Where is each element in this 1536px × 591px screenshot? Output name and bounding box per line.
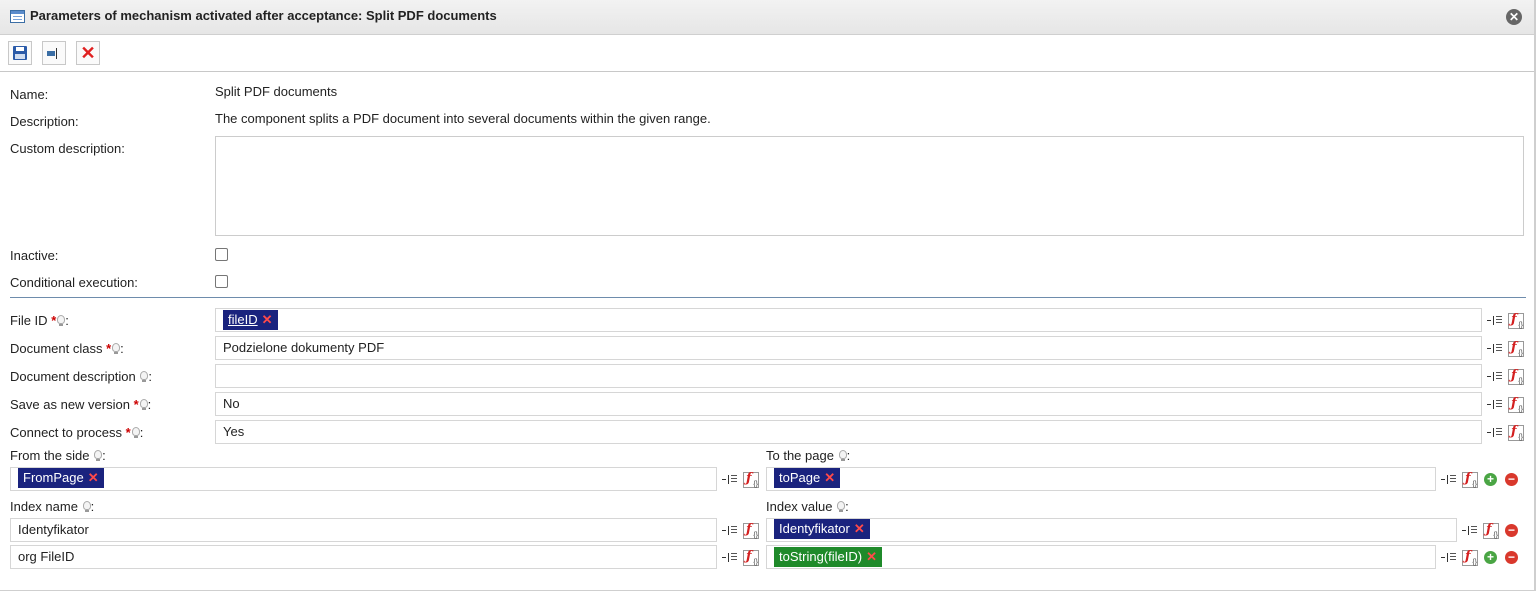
document-class-field[interactable]: Podzielone dokumenty PDF [215, 336, 1482, 360]
index-value-field[interactable]: toString(fileID) ✕ [766, 545, 1436, 569]
insert-list-icon[interactable] [1487, 313, 1503, 329]
variable-chip[interactable]: toPage ✕ [774, 468, 841, 488]
from-side-field[interactable]: FromPage ✕ [10, 467, 717, 491]
insert-list-icon[interactable] [1487, 425, 1503, 441]
document-description-label: Document description : [10, 369, 152, 384]
insert-list-icon[interactable] [722, 550, 738, 566]
expression-icon[interactable] [1508, 396, 1524, 413]
close-button[interactable]: ✕ [1506, 9, 1522, 25]
hint-bulb-icon[interactable] [837, 501, 846, 512]
connect-to-process-label: Connect to process *: [10, 425, 144, 440]
description-value: The component splits a PDF document into… [215, 111, 711, 126]
save-as-new-version-select[interactable]: No [215, 392, 1482, 416]
expression-icon[interactable] [1508, 340, 1524, 357]
name-label: Name: [10, 87, 49, 102]
hint-bulb-icon[interactable] [112, 343, 121, 354]
document-description-field[interactable] [215, 364, 1482, 388]
from-side-label: From the side : [10, 448, 106, 463]
file-id-field[interactable]: fileID ✕ [215, 308, 1482, 332]
dialog-title: Parameters of mechanism activated after … [30, 8, 497, 23]
custom-description-label: Custom description: [10, 141, 125, 156]
save-button[interactable] [8, 41, 32, 65]
inactive-label: Inactive: [10, 248, 59, 263]
toolbar: ✕ [0, 36, 1534, 72]
variable-chip[interactable]: fileID ✕ [223, 310, 278, 330]
hint-bulb-icon[interactable] [57, 315, 66, 326]
remove-chip-icon[interactable]: ✕ [88, 470, 99, 485]
function-chip[interactable]: toString(fileID) ✕ [774, 547, 882, 567]
section-divider [10, 297, 1526, 298]
remove-row-icon[interactable]: − [1505, 551, 1518, 564]
expression-icon[interactable] [1462, 471, 1478, 488]
add-row-icon[interactable]: + [1484, 551, 1497, 564]
remove-chip-icon[interactable]: ✕ [854, 521, 865, 536]
form-field-icon [47, 51, 55, 56]
name-value: Split PDF documents [215, 84, 338, 99]
conditional-execution-checkbox[interactable] [215, 275, 228, 288]
insert-list-icon[interactable] [1462, 523, 1478, 539]
insert-list-icon[interactable] [1487, 341, 1503, 357]
variable-chip[interactable]: FromPage ✕ [18, 468, 104, 488]
save-as-new-version-label: Save as new version *: [10, 397, 152, 412]
expression-icon[interactable] [1508, 368, 1524, 385]
hint-bulb-icon[interactable] [838, 450, 847, 461]
to-page-label: To the page : [766, 448, 851, 463]
title-bar: Parameters of mechanism activated after … [0, 0, 1534, 35]
expression-icon[interactable] [743, 471, 759, 488]
conditional-execution-label: Conditional execution: [10, 275, 138, 290]
expression-icon[interactable] [1462, 549, 1478, 566]
inactive-checkbox[interactable] [215, 248, 228, 261]
custom-description-textarea[interactable] [215, 136, 1524, 236]
expression-icon[interactable] [1508, 424, 1524, 441]
insert-list-icon[interactable] [1441, 550, 1457, 566]
insert-list-icon[interactable] [1487, 369, 1503, 385]
add-row-icon[interactable]: + [1484, 473, 1497, 486]
connect-to-process-select[interactable]: Yes [215, 420, 1482, 444]
hint-bulb-icon[interactable] [82, 501, 91, 512]
table-icon [10, 10, 25, 23]
insert-list-icon[interactable] [722, 523, 738, 539]
insert-list-icon[interactable] [722, 472, 738, 488]
index-name-label: Index name : [10, 499, 95, 514]
remove-chip-icon[interactable]: ✕ [866, 549, 877, 564]
remove-chip-icon[interactable]: ✕ [824, 470, 835, 485]
to-page-field[interactable]: toPage ✕ [766, 467, 1436, 491]
dialog-window: Parameters of mechanism activated after … [0, 0, 1536, 591]
index-value-field[interactable]: Identyfikator ✕ [766, 518, 1457, 542]
file-id-label: File ID *: [10, 313, 69, 328]
expression-icon[interactable] [1508, 312, 1524, 329]
expression-icon[interactable] [743, 549, 759, 566]
save-icon [13, 46, 27, 60]
document-class-label: Document class *: [10, 341, 124, 356]
description-label: Description: [10, 114, 79, 129]
hint-bulb-icon[interactable] [140, 371, 149, 382]
insert-list-icon[interactable] [1441, 472, 1457, 488]
insert-list-icon[interactable] [1487, 397, 1503, 413]
delete-button[interactable]: ✕ [76, 41, 100, 65]
remove-chip-icon[interactable]: ✕ [262, 312, 273, 327]
hint-bulb-icon[interactable] [139, 399, 148, 410]
form-field-button[interactable] [42, 41, 66, 65]
remove-row-icon[interactable]: − [1505, 473, 1518, 486]
index-value-label: Index value : [766, 499, 849, 514]
expression-icon[interactable] [1483, 522, 1499, 539]
expression-icon[interactable] [743, 522, 759, 539]
index-name-field[interactable]: org FileID [10, 545, 717, 569]
hint-bulb-icon[interactable] [131, 427, 140, 438]
variable-chip[interactable]: Identyfikator ✕ [774, 519, 870, 539]
hint-bulb-icon[interactable] [94, 450, 103, 461]
remove-row-icon[interactable]: − [1505, 524, 1518, 537]
index-name-field[interactable]: Identyfikator [10, 518, 717, 542]
